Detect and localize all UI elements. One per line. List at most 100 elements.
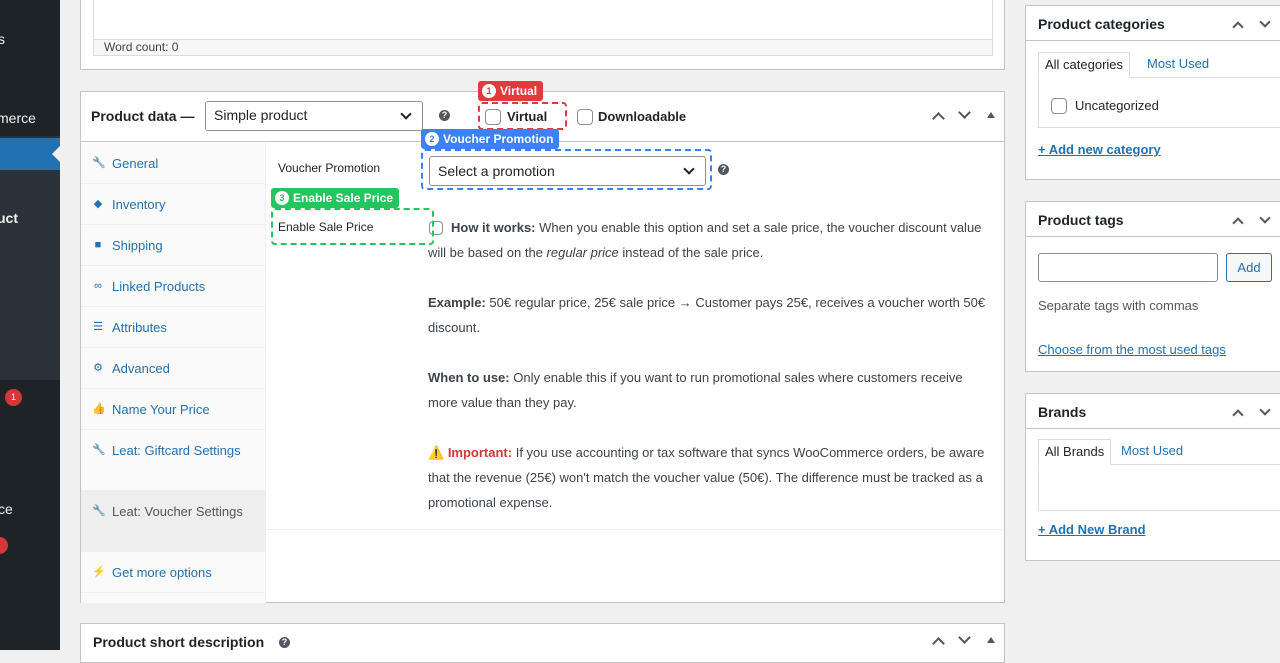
- admin-menu-badge-dot: [0, 537, 8, 554]
- tags-title: Product tags: [1038, 212, 1124, 228]
- admin-menu-active-item[interactable]: [0, 138, 60, 170]
- wrench-icon: 🔧: [92, 505, 106, 517]
- short-description-title: Product short description: [93, 634, 265, 650]
- callout-enable-sale-price-outline: [271, 208, 434, 245]
- tab-most-used[interactable]: Most Used: [1141, 52, 1215, 78]
- callout-label: Voucher Promotion: [443, 132, 554, 146]
- plugin-icon: ⚡: [92, 566, 106, 578]
- add-new-brand-link[interactable]: + Add New Brand: [1038, 522, 1146, 537]
- tab-all-categories[interactable]: All categories: [1038, 52, 1131, 78]
- how-it-works-emphasis: regular price: [546, 245, 619, 260]
- important-text: ⚠️ Important: If you use accounting or t…: [428, 440, 993, 515]
- add-tag-button[interactable]: Add: [1226, 253, 1272, 282]
- product-tags-box: Product tags Add Separate tags with comm…: [1025, 201, 1280, 372]
- category-checkbox[interactable]: [1051, 98, 1067, 114]
- tab-general[interactable]: 🔧 General: [81, 143, 266, 184]
- categories-tabs: All categories Most Used: [1038, 52, 1280, 78]
- callout-voucher-promotion-outline: [421, 149, 712, 190]
- tab-label: Leat: Voucher Settings: [112, 504, 243, 519]
- tab-leat-giftcard-settings[interactable]: 🔧 Leat: Giftcard Settings: [81, 430, 266, 491]
- tab-most-used[interactable]: Most Used: [1115, 439, 1189, 465]
- help-icon[interactable]: ?: [439, 110, 450, 121]
- tab-label: Name Your Price: [112, 402, 210, 417]
- tab-get-more-options[interactable]: ⚡ Get more options: [81, 552, 266, 593]
- important-body: If you use accounting or tax software th…: [428, 445, 985, 510]
- callout-label: Enable Sale Price: [293, 191, 394, 205]
- brands-title: Brands: [1038, 404, 1087, 420]
- content-editor-box: Word count: 0: [80, 0, 1005, 70]
- how-it-works-text: How it works: When you enable this optio…: [428, 215, 993, 265]
- tab-label: Linked Products: [112, 279, 206, 294]
- add-new-category-link[interactable]: + Add new category: [1038, 142, 1161, 157]
- callout-number: 1: [482, 84, 496, 98]
- admin-menu-item-woocommerce[interactable]: merce: [0, 110, 36, 126]
- move-up-icon[interactable]: [1232, 217, 1244, 229]
- example-text: Example: 50€ regular price, 25€ sale pri…: [428, 290, 993, 340]
- gear-icon: ⚙: [93, 362, 103, 374]
- move-up-icon[interactable]: [1232, 409, 1244, 421]
- help-icon[interactable]: ?: [718, 164, 729, 175]
- admin-menu-item[interactable]: ce: [0, 501, 13, 517]
- move-down-icon[interactable]: [958, 106, 971, 119]
- move-up-icon[interactable]: [932, 112, 945, 125]
- product-data-title: Product data —: [91, 108, 195, 124]
- tab-shipping[interactable]: ■ Shipping: [81, 225, 266, 266]
- callout-virtual-tag: 1 Virtual: [478, 81, 544, 101]
- admin-submenu-bg: [0, 136, 60, 380]
- callout-virtual-outline: [478, 102, 567, 130]
- admin-menu-item-products[interactable]: uct: [0, 210, 18, 226]
- tag-input[interactable]: [1038, 253, 1218, 282]
- header-divider: [1026, 428, 1280, 429]
- content-editor-textarea[interactable]: [93, 0, 993, 40]
- tab-advanced[interactable]: ⚙ Advanced: [81, 348, 266, 389]
- header-divider: [1026, 236, 1280, 237]
- downloadable-label: Downloadable: [598, 109, 687, 124]
- panel-divider: [267, 529, 1004, 530]
- tab-linked-products[interactable]: ∞ Linked Products: [81, 266, 266, 307]
- tab-inventory[interactable]: ◆ Inventory: [81, 184, 266, 225]
- tab-leat-voucher-settings[interactable]: 🔧 Leat: Voucher Settings: [81, 491, 266, 552]
- warning-icon: ⚠️: [428, 445, 445, 460]
- help-icon[interactable]: ?: [279, 637, 290, 648]
- product-type-select[interactable]: Simple product: [205, 101, 423, 131]
- toggle-panel-icon[interactable]: [987, 637, 995, 643]
- callout-number: 3: [275, 191, 289, 205]
- tab-all-brands[interactable]: All Brands: [1038, 439, 1112, 465]
- choose-most-used-tags-link[interactable]: Choose from the most used tags: [1038, 342, 1226, 357]
- how-it-works-title: How it works:: [451, 220, 536, 235]
- link-icon: ∞: [94, 280, 102, 292]
- move-down-icon[interactable]: [958, 631, 971, 644]
- callout-voucher-promotion-tag: 2 Voucher Promotion: [421, 129, 560, 149]
- callout-number: 2: [425, 132, 439, 146]
- brands-tabs: All Brands Most Used: [1038, 439, 1280, 465]
- move-down-icon[interactable]: [1259, 404, 1271, 416]
- tag-icon: ◆: [93, 198, 103, 210]
- tab-attributes[interactable]: ☰ Attributes: [81, 307, 266, 348]
- downloadable-checkbox[interactable]: [577, 109, 593, 125]
- thumbs-up-icon: 👍: [92, 403, 106, 415]
- brands-box: Brands All Brands Most Used + Add New Br…: [1025, 393, 1280, 561]
- word-count: Word count: 0: [93, 39, 993, 56]
- product-short-description-box: Product short description ?: [80, 623, 1005, 663]
- tab-label: Inventory: [112, 197, 166, 212]
- when-to-use-text: When to use: Only enable this if you wan…: [428, 365, 993, 415]
- toggle-panel-icon[interactable]: [987, 112, 995, 118]
- tab-label: Attributes: [112, 320, 167, 335]
- tags-hint: Separate tags with commas: [1038, 298, 1199, 313]
- truck-icon: ■: [94, 239, 102, 251]
- callout-enable-sale-price-tag: 3 Enable Sale Price: [271, 188, 400, 208]
- tab-label: Shipping: [112, 238, 163, 253]
- callout-label: Virtual: [500, 84, 538, 98]
- move-down-icon[interactable]: [1259, 16, 1271, 28]
- admin-menu-item[interactable]: s: [0, 31, 5, 47]
- example-title: Example:: [428, 295, 486, 310]
- tab-name-your-price[interactable]: 👍 Name Your Price: [81, 389, 266, 430]
- move-up-icon[interactable]: [932, 637, 945, 650]
- categories-list: Uncategorized: [1038, 78, 1280, 128]
- move-up-icon[interactable]: [1232, 21, 1244, 33]
- tab-label: Get more options: [112, 565, 212, 580]
- tab-label: Advanced: [112, 361, 170, 376]
- categories-title: Product categories: [1038, 16, 1165, 32]
- product-data-tabs: 🔧 General ◆ Inventory ■ Shipping ∞ Linke…: [81, 143, 266, 603]
- move-down-icon[interactable]: [1259, 212, 1271, 224]
